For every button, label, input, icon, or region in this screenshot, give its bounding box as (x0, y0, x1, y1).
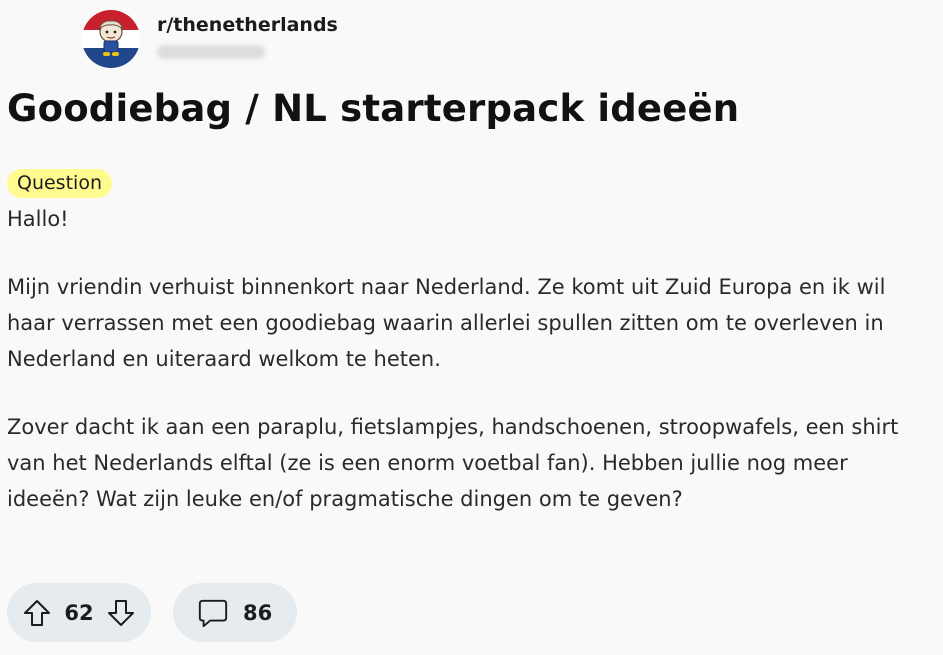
vote-count: 62 (64, 600, 94, 625)
post-header: r/thenetherlands (82, 10, 338, 68)
post-paragraph: Hallo! (7, 207, 69, 231)
comments-button[interactable]: 86 (173, 583, 297, 642)
upvote-button[interactable] (21, 597, 53, 629)
dutch-flag-mascot-icon (82, 10, 140, 68)
subreddit-avatar[interactable] (82, 10, 140, 68)
subreddit-name[interactable]: r/thenetherlands (157, 13, 338, 37)
blurred-username (157, 45, 265, 59)
post-actions: 62 86 (7, 583, 297, 642)
arrow-up-icon (24, 599, 50, 626)
post-flair[interactable]: Question (7, 169, 112, 198)
post-body: Hallo! Mijn vriendin verhuist binnenkort… (7, 201, 932, 549)
post-paragraph: Zover dacht ik aan een paraplu, fietslam… (7, 415, 899, 511)
post-container: r/thenetherlands Goodiebag / NL starterp… (0, 0, 943, 655)
comment-count: 86 (243, 600, 273, 625)
post-meta: r/thenetherlands (157, 10, 338, 59)
post-paragraph: Mijn vriendin verhuist binnenkort naar N… (7, 275, 886, 371)
comment-icon-wrap (197, 597, 229, 629)
vote-bar: 62 (7, 583, 151, 642)
post-title[interactable]: Goodiebag / NL starterpack ideeën (7, 84, 739, 134)
downvote-button[interactable] (105, 597, 137, 629)
speech-bubble-icon (198, 599, 228, 627)
arrow-down-icon (107, 599, 134, 626)
